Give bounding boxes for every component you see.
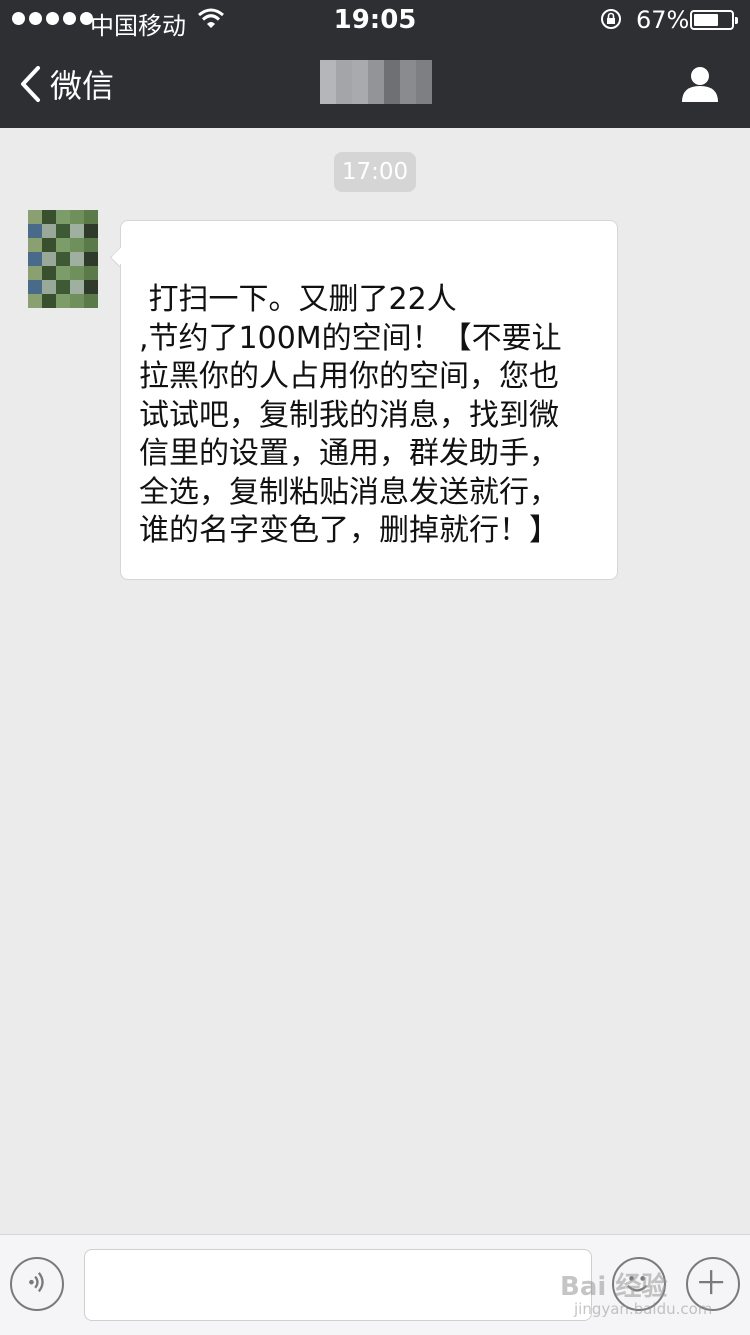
- avatar-pixel: [70, 224, 84, 238]
- pixel-cell: [368, 89, 384, 104]
- pixel-cell: [400, 89, 416, 104]
- avatar-pixel: [84, 294, 98, 308]
- avatar[interactable]: [28, 210, 98, 308]
- avatar-pixel: [42, 224, 56, 238]
- pixel-cell: [352, 89, 368, 104]
- pixel-cell: [320, 60, 336, 75]
- pixel-cell: [368, 74, 384, 90]
- watermark-subtext: jingyan.baidu.com: [574, 1300, 713, 1318]
- avatar-pixel: [28, 224, 42, 238]
- avatar-pixel: [42, 280, 56, 294]
- pixel-cell: [336, 89, 352, 104]
- avatar-pixel: [84, 252, 98, 266]
- avatar-pixel: [28, 238, 42, 252]
- back-chevron-icon: [21, 66, 40, 102]
- back-label: 微信: [50, 67, 115, 105]
- avatar-pixel: [28, 210, 42, 224]
- avatar-pixel: [56, 280, 70, 294]
- avatar-pixel: [56, 224, 70, 238]
- top-bar: 中国移动 19:05 67% 微信: [0, 0, 750, 128]
- avatar-pixel: [28, 252, 42, 266]
- pixel-cell: [384, 89, 400, 104]
- watermark-text: Bai 经验: [560, 1272, 668, 1302]
- avatar-pixel: [84, 238, 98, 252]
- voice-icon: [29, 1272, 44, 1293]
- avatar-pixel: [84, 210, 98, 224]
- avatar-pixel: [42, 210, 56, 224]
- avatar-pixel: [28, 266, 42, 280]
- avatar-pixel: [28, 280, 42, 294]
- rotation-lock-icon: [601, 9, 621, 29]
- avatar-pixel: [70, 252, 84, 266]
- avatar-pixel: [84, 266, 98, 280]
- pixel-cell: [416, 89, 432, 104]
- avatar-pixel: [42, 252, 56, 266]
- pixel-cell: [400, 60, 416, 75]
- pixel-cell: [384, 60, 400, 75]
- message-input[interactable]: [84, 1249, 592, 1321]
- avatar-pixel: [84, 224, 98, 238]
- message-bubble[interactable]: 打扫一下。又删了22人 ,节约了100M的空间！【不要让 拉黑你的人占用你的空间…: [120, 220, 618, 580]
- pixel-cell: [368, 60, 384, 75]
- avatar-pixel: [56, 294, 70, 308]
- avatar-pixel: [84, 280, 98, 294]
- avatar-pixel: [42, 266, 56, 280]
- avatar-pixel: [56, 266, 70, 280]
- voice-button[interactable]: [10, 1257, 64, 1311]
- pixel-cell: [400, 74, 416, 90]
- contact-profile-icon[interactable]: [680, 64, 720, 104]
- status-bar: 中国移动 19:05 67%: [0, 0, 750, 40]
- avatar-pixel: [56, 210, 70, 224]
- battery-percent: 67%: [636, 6, 690, 34]
- avatar-pixel: [70, 238, 84, 252]
- chat-title-pixelated: [320, 60, 432, 104]
- avatar-pixel: [56, 238, 70, 252]
- back-button[interactable]: 微信: [18, 60, 114, 108]
- pixel-cell: [352, 74, 368, 90]
- timestamp-pill: 17:00: [334, 152, 416, 192]
- avatar-pixel: [42, 238, 56, 252]
- pixel-cell: [416, 74, 432, 90]
- avatar-pixel: [70, 280, 84, 294]
- pixel-cell: [416, 60, 432, 75]
- avatar-pixel: [28, 294, 42, 308]
- battery-icon: [690, 10, 738, 30]
- pixel-cell: [336, 74, 352, 90]
- pixel-cell: [336, 60, 352, 75]
- message-text: 打扫一下。又删了22人 ,节约了100M的空间！【不要让 拉黑你的人占用你的空间…: [139, 282, 562, 548]
- pixel-cell: [352, 60, 368, 75]
- avatar-pixel: [70, 210, 84, 224]
- pixel-cell: [320, 89, 336, 104]
- avatar-pixel: [70, 266, 84, 280]
- avatar-pixel: [70, 294, 84, 308]
- avatar-pixel: [42, 294, 56, 308]
- pixel-cell: [384, 74, 400, 90]
- pixel-cell: [320, 74, 336, 90]
- avatar-pixel: [56, 252, 70, 266]
